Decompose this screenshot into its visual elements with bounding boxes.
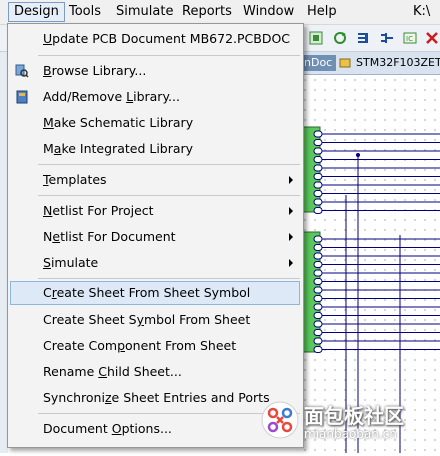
component-pin (313, 261, 323, 268)
watermark-text: 面包板社区 (304, 404, 404, 428)
submenu-arrow-icon (289, 259, 293, 267)
toolbar-connect-icon[interactable] (356, 31, 370, 45)
toolbar-close-icon[interactable] (425, 31, 439, 45)
menu-item-browse-library[interactable]: Browse Library... (10, 59, 300, 83)
submenu-arrow-icon (289, 233, 293, 241)
menu-item-create-symbol-from-sheet[interactable]: Create Sheet Symbol From Sheet (10, 308, 300, 332)
component-pin (313, 181, 323, 189)
component-pin (313, 147, 323, 155)
schematic-wires (299, 126, 440, 453)
component-pin (313, 346, 323, 353)
watermark-url: mianbaoban.cn (304, 427, 397, 441)
menu-item-make-schematic-library[interactable]: Make Schematic Library (10, 111, 300, 135)
component-pin (313, 130, 323, 138)
submenu-arrow-icon (289, 176, 293, 184)
component-pin (313, 207, 323, 214)
schematic-doc-icon (339, 58, 351, 68)
toolbar-refresh-icon[interactable] (333, 31, 347, 45)
menu-item-label: Update PCB Document MB672.PCBDOC (43, 31, 291, 46)
menu-item-make-integrated-library[interactable]: Make Integrated Library (10, 137, 300, 161)
component-pin (313, 198, 323, 206)
svg-text:IC: IC (406, 35, 413, 43)
menu-tools[interactable]: Tools (64, 3, 106, 21)
toolbar-component-icon[interactable]: IC (403, 31, 417, 45)
path-fragment: K:\ (413, 4, 431, 19)
menu-item-label: Templates (43, 172, 107, 187)
component-pin (313, 164, 323, 172)
component-pin (313, 190, 323, 197)
menu-window[interactable]: Window (238, 3, 299, 21)
doc-tab-partial[interactable]: nDoc (300, 55, 337, 71)
component-pin (313, 139, 323, 146)
watermark-logo-icon (261, 401, 299, 439)
component-pin (313, 286, 323, 294)
menu-item-document-options[interactable]: Document Options... (10, 417, 300, 441)
doc-tab-stm32[interactable]: STM32F103ZET6. (352, 55, 440, 71)
menu-item-create-sheet-from-symbol[interactable]: Create Sheet From Sheet Symbol (10, 281, 300, 305)
component-pin (313, 156, 323, 163)
toolbar-bus-icon[interactable] (380, 31, 394, 45)
menu-item-label: Netlist For Project (43, 203, 154, 218)
component-pin (313, 303, 323, 311)
toolbar-green-icon[interactable] (309, 31, 323, 45)
component-pin (313, 269, 323, 277)
menu-item-label: Document Options... (43, 421, 172, 436)
library-book-icon (16, 90, 28, 104)
design-menu-dropdown: Update PCB Document MB672.PCBDOC Browse … (7, 23, 304, 448)
menu-separator (38, 278, 300, 279)
menu-reports[interactable]: Reports (177, 3, 237, 21)
menu-help[interactable]: Help (302, 3, 342, 21)
menu-separator (38, 164, 300, 165)
menu-item-rename-child-sheet[interactable]: Rename Child Sheet... (10, 360, 300, 384)
menu-item-simulate[interactable]: Simulate (10, 251, 300, 275)
component-pin (313, 173, 323, 180)
menu-separator (38, 55, 300, 56)
browse-library-icon (15, 64, 29, 78)
menu-item-label: Simulate (43, 255, 99, 270)
component-pin (313, 278, 323, 285)
menu-item-label: Make Integrated Library (43, 141, 194, 156)
menu-item-netlist-for-document[interactable]: Netlist For Document (10, 225, 300, 249)
component-pin (313, 244, 323, 251)
component-pin (313, 312, 323, 319)
menu-item-label: Rename Child Sheet... (43, 364, 182, 379)
menu-bar: Design Tools Simulate Reports Window Hel… (0, 0, 440, 25)
menu-item-label: Create Sheet Symbol From Sheet (43, 312, 251, 327)
menu-item-synchronize-sheet[interactable]: Synchronize Sheet Entries and Ports (10, 386, 300, 410)
menu-item-add-remove-library[interactable]: Add/Remove Library... (10, 85, 300, 109)
menu-separator (38, 195, 300, 196)
watermark: 面包板社区 mianbaoban.cn (258, 398, 438, 450)
menu-item-label: Create Sheet From Sheet Symbol (43, 285, 251, 300)
menu-item-label: Netlist For Document (43, 229, 176, 244)
menu-item-create-component-from-sheet[interactable]: Create Component From Sheet (10, 334, 300, 358)
schematic-sheet (299, 75, 440, 453)
menu-item-templates[interactable]: Templates (10, 168, 300, 192)
component-pin (313, 329, 323, 336)
menu-item-label: Browse Library... (43, 63, 147, 78)
menu-item-update-pcb[interactable]: Update PCB Document MB672.PCBDOC (10, 27, 300, 51)
component-pin (313, 235, 323, 243)
component-pin (313, 320, 323, 328)
menu-item-label: Create Component From Sheet (43, 338, 237, 353)
component-pin (313, 295, 323, 302)
submenu-arrow-icon (289, 207, 293, 215)
menu-item-netlist-for-project[interactable]: Netlist For Project (10, 199, 300, 223)
menu-design[interactable]: Design (8, 2, 65, 22)
menu-simulate[interactable]: Simulate (111, 3, 178, 21)
menu-item-label: Make Schematic Library (43, 115, 194, 130)
component-pin (313, 252, 323, 260)
menu-item-label: Synchronize Sheet Entries and Ports (43, 390, 270, 405)
menu-item-label: Add/Remove Library... (43, 89, 180, 104)
component-pin (313, 337, 323, 345)
